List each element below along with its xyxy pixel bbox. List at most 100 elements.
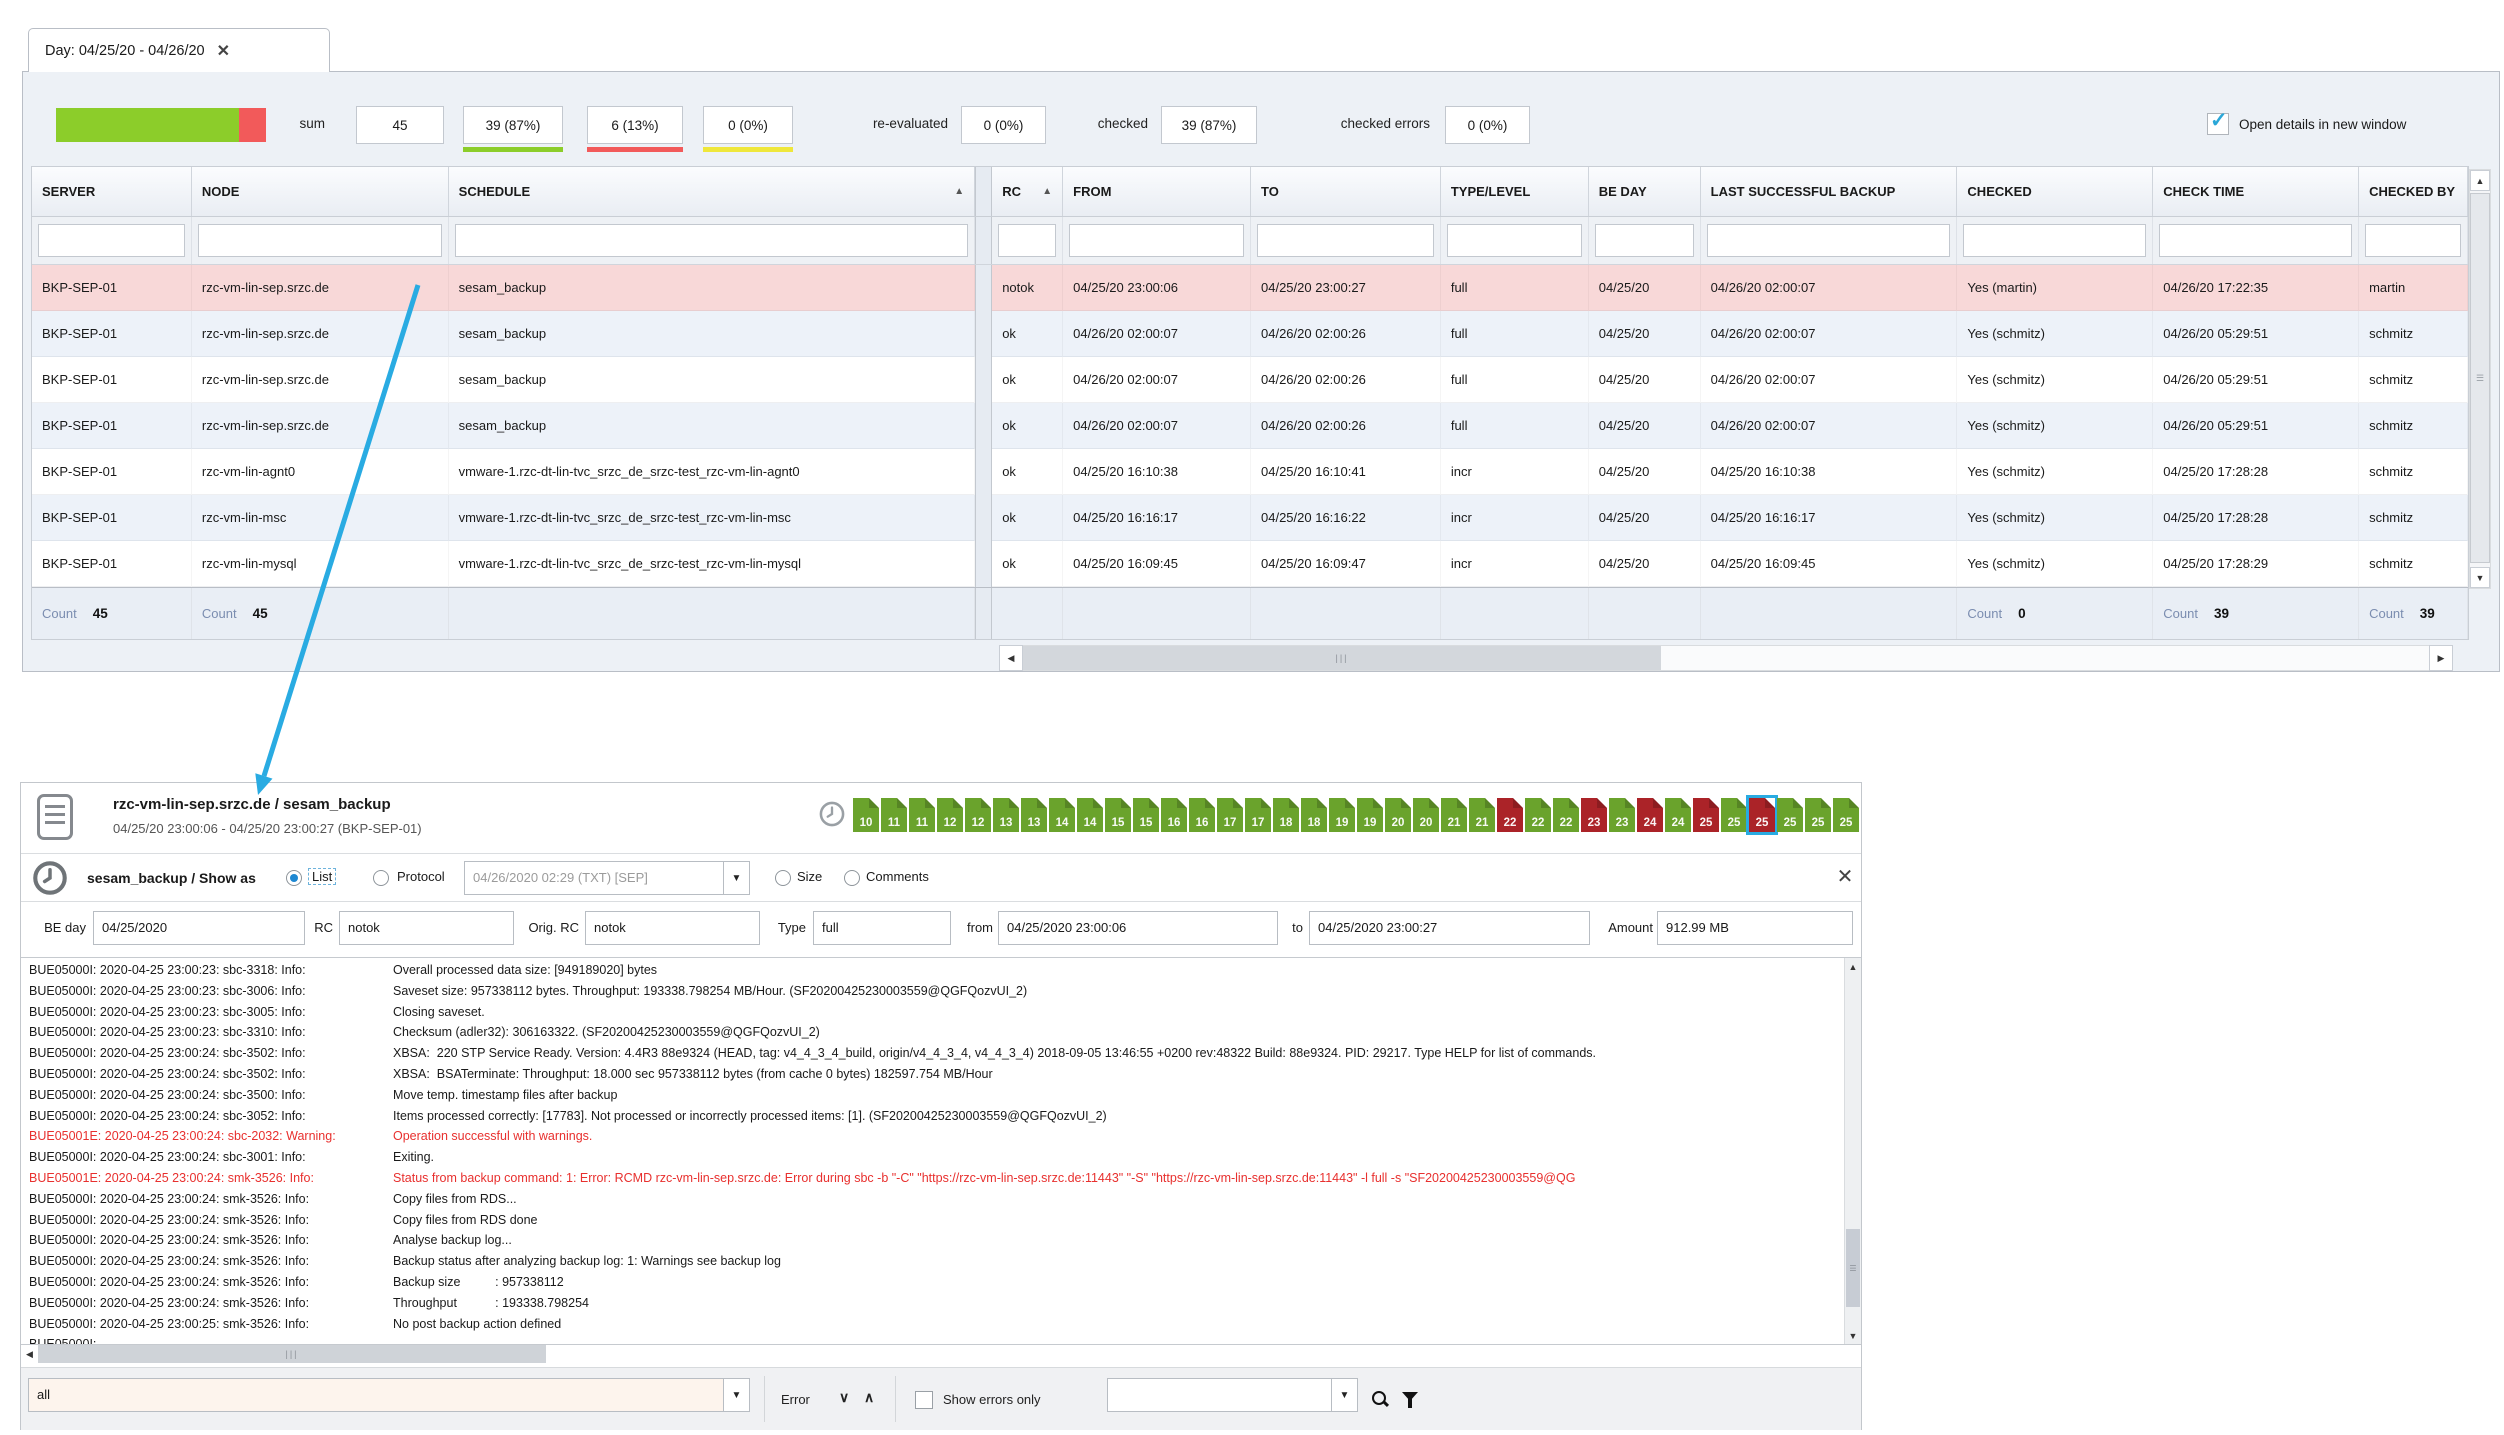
- vscroll-thumb[interactable]: ☰: [2470, 193, 2490, 563]
- day-square-15-ok[interactable]: 15: [1105, 798, 1131, 832]
- column-header-check-time[interactable]: CHECK TIME: [2153, 167, 2359, 216]
- radio-list[interactable]: [286, 870, 302, 886]
- filter-input-schedule[interactable]: [455, 224, 969, 257]
- day-square-25-ok[interactable]: 25: [1833, 798, 1859, 832]
- radio-protocol-label[interactable]: Protocol: [397, 869, 445, 884]
- radio-list-label[interactable]: List: [308, 868, 336, 885]
- day-square-20-ok[interactable]: 20: [1413, 798, 1439, 832]
- scroll-left-icon[interactable]: ◀: [999, 645, 1023, 671]
- hscroll-thumb[interactable]: |||: [1023, 646, 1661, 670]
- filter-input-type-level[interactable]: [1447, 224, 1582, 257]
- filter-input-check-time[interactable]: [2159, 224, 2352, 257]
- log-horizontal-scrollbar[interactable]: ◀ |||: [21, 1345, 1861, 1365]
- amount-field[interactable]: 912.99 MB: [1657, 911, 1853, 945]
- filter-funnel-icon[interactable]: [1402, 1392, 1418, 1401]
- day-square-11-ok[interactable]: 11: [909, 798, 935, 832]
- scroll-right-icon[interactable]: ▶: [2429, 645, 2453, 671]
- count-label[interactable]: Count: [1967, 606, 2002, 621]
- to-field[interactable]: 04/25/2020 23:00:27: [1309, 911, 1590, 945]
- log-vscroll-thumb[interactable]: ☰: [1846, 1229, 1860, 1307]
- day-square-16-ok[interactable]: 16: [1161, 798, 1187, 832]
- scroll-down-icon[interactable]: ▼: [2470, 567, 2490, 588]
- next-error-icon[interactable]: ∨: [839, 1389, 849, 1406]
- filter-input-to[interactable]: [1257, 224, 1434, 257]
- day-square-10-ok[interactable]: 10: [853, 798, 879, 832]
- day-square-16-ok[interactable]: 16: [1189, 798, 1215, 832]
- day-square-23-error[interactable]: 23: [1581, 798, 1607, 832]
- day-square-13-ok[interactable]: 13: [1021, 798, 1047, 832]
- log-filter-select[interactable]: all ▼: [28, 1378, 750, 1412]
- search-icon[interactable]: [1371, 1390, 1389, 1408]
- day-square-22-ok[interactable]: 22: [1525, 798, 1551, 832]
- table-row[interactable]: BKP-SEP-01rzc-vm-lin-mysqlvmware-1.rzc-d…: [32, 541, 2468, 587]
- day-square-25-ok[interactable]: 25: [1777, 798, 1803, 832]
- chevron-down-icon[interactable]: ▼: [723, 862, 749, 894]
- count-label[interactable]: Count: [42, 606, 77, 621]
- log-search-combo[interactable]: ▼: [1107, 1378, 1358, 1412]
- day-square-22-error[interactable]: 22: [1497, 798, 1523, 832]
- table-row[interactable]: BKP-SEP-01rzc-vm-lin-agnt0vmware-1.rzc-d…: [32, 449, 2468, 495]
- day-square-18-ok[interactable]: 18: [1273, 798, 1299, 832]
- table-row[interactable]: BKP-SEP-01rzc-vm-lin-sep.srzc.desesam_ba…: [32, 311, 2468, 357]
- filter-input-checked[interactable]: [1963, 224, 2146, 257]
- scroll-down-icon[interactable]: ▼: [1845, 1327, 1861, 1344]
- filter-input-checked-by[interactable]: [2365, 224, 2461, 257]
- day-square-11-ok[interactable]: 11: [881, 798, 907, 832]
- day-square-24-error[interactable]: 24: [1637, 798, 1663, 832]
- from-field[interactable]: 04/25/2020 23:00:06: [998, 911, 1278, 945]
- filter-input-server[interactable]: [38, 224, 185, 257]
- count-label[interactable]: Count: [2163, 606, 2198, 621]
- column-header-from[interactable]: FROM: [1063, 167, 1251, 216]
- table-row[interactable]: BKP-SEP-01rzc-vm-lin-sep.srzc.desesam_ba…: [32, 403, 2468, 449]
- protocol-select[interactable]: 04/26/2020 02:29 (TXT) [SEP] ▼: [464, 861, 750, 895]
- radio-comments[interactable]: [844, 870, 860, 886]
- column-header-be-day[interactable]: BE DAY: [1589, 167, 1701, 216]
- table-row[interactable]: BKP-SEP-01rzc-vm-lin-sep.srzc.desesam_ba…: [32, 265, 2468, 311]
- previous-error-icon[interactable]: ∧: [864, 1389, 874, 1406]
- table-row[interactable]: BKP-SEP-01rzc-vm-lin-sep.srzc.desesam_ba…: [32, 357, 2468, 403]
- column-header-checked[interactable]: CHECKED: [1957, 167, 2153, 216]
- day-square-23-ok[interactable]: 23: [1609, 798, 1635, 832]
- day-square-19-ok[interactable]: 19: [1357, 798, 1383, 832]
- day-square-25-ok[interactable]: 25: [1721, 798, 1747, 832]
- tab-day-range[interactable]: Day: 04/25/20 - 04/26/20 ✕: [28, 28, 330, 72]
- scroll-up-icon[interactable]: ▲: [2470, 170, 2490, 191]
- column-header-last-successful-backup[interactable]: LAST SUCCESSFUL BACKUP: [1701, 167, 1958, 216]
- scroll-up-icon[interactable]: ▲: [1845, 958, 1861, 975]
- day-square-17-ok[interactable]: 17: [1245, 798, 1271, 832]
- column-header-type-level[interactable]: TYPE/LEVEL: [1441, 167, 1589, 216]
- day-square-14-ok[interactable]: 14: [1049, 798, 1075, 832]
- column-header-node[interactable]: NODE: [192, 167, 449, 216]
- count-label[interactable]: Count: [2369, 606, 2404, 621]
- day-square-22-ok[interactable]: 22: [1553, 798, 1579, 832]
- day-square-20-ok[interactable]: 20: [1385, 798, 1411, 832]
- be-day-field[interactable]: 04/25/2020: [93, 911, 305, 945]
- radio-size[interactable]: [775, 870, 791, 886]
- log-vertical-scrollbar[interactable]: ▲ ☰ ▼: [1844, 958, 1861, 1344]
- day-square-12-ok[interactable]: 12: [965, 798, 991, 832]
- show-errors-only-checkbox[interactable]: [915, 1391, 933, 1409]
- filter-input-node[interactable]: [198, 224, 442, 257]
- day-square-17-ok[interactable]: 17: [1217, 798, 1243, 832]
- filter-input-from[interactable]: [1069, 224, 1244, 257]
- day-square-15-ok[interactable]: 15: [1133, 798, 1159, 832]
- detail-close-icon[interactable]: ✕: [1831, 862, 1859, 890]
- radio-comments-label[interactable]: Comments: [866, 869, 929, 884]
- table-horizontal-scrollbar[interactable]: ◀ ||| ▶: [999, 645, 2453, 671]
- day-square-14-ok[interactable]: 14: [1077, 798, 1103, 832]
- day-square-21-ok[interactable]: 21: [1441, 798, 1467, 832]
- day-square-25-error[interactable]: 25: [1693, 798, 1719, 832]
- type-field[interactable]: full: [813, 911, 951, 945]
- column-header-server[interactable]: SERVER: [32, 167, 192, 216]
- orig-rc-field[interactable]: notok: [585, 911, 760, 945]
- day-square-12-ok[interactable]: 12: [937, 798, 963, 832]
- radio-protocol[interactable]: [373, 870, 389, 886]
- radio-size-label[interactable]: Size: [797, 869, 822, 884]
- column-header-checked-by[interactable]: CHECKED BY: [2359, 167, 2468, 216]
- day-square-24-ok[interactable]: 24: [1665, 798, 1691, 832]
- day-square-21-ok[interactable]: 21: [1469, 798, 1495, 832]
- filter-input-last-successful-backup[interactable]: [1707, 224, 1951, 257]
- column-header-rc[interactable]: RC▲: [992, 167, 1063, 216]
- count-label[interactable]: Count: [202, 606, 237, 621]
- day-square-25-ok[interactable]: 25: [1805, 798, 1831, 832]
